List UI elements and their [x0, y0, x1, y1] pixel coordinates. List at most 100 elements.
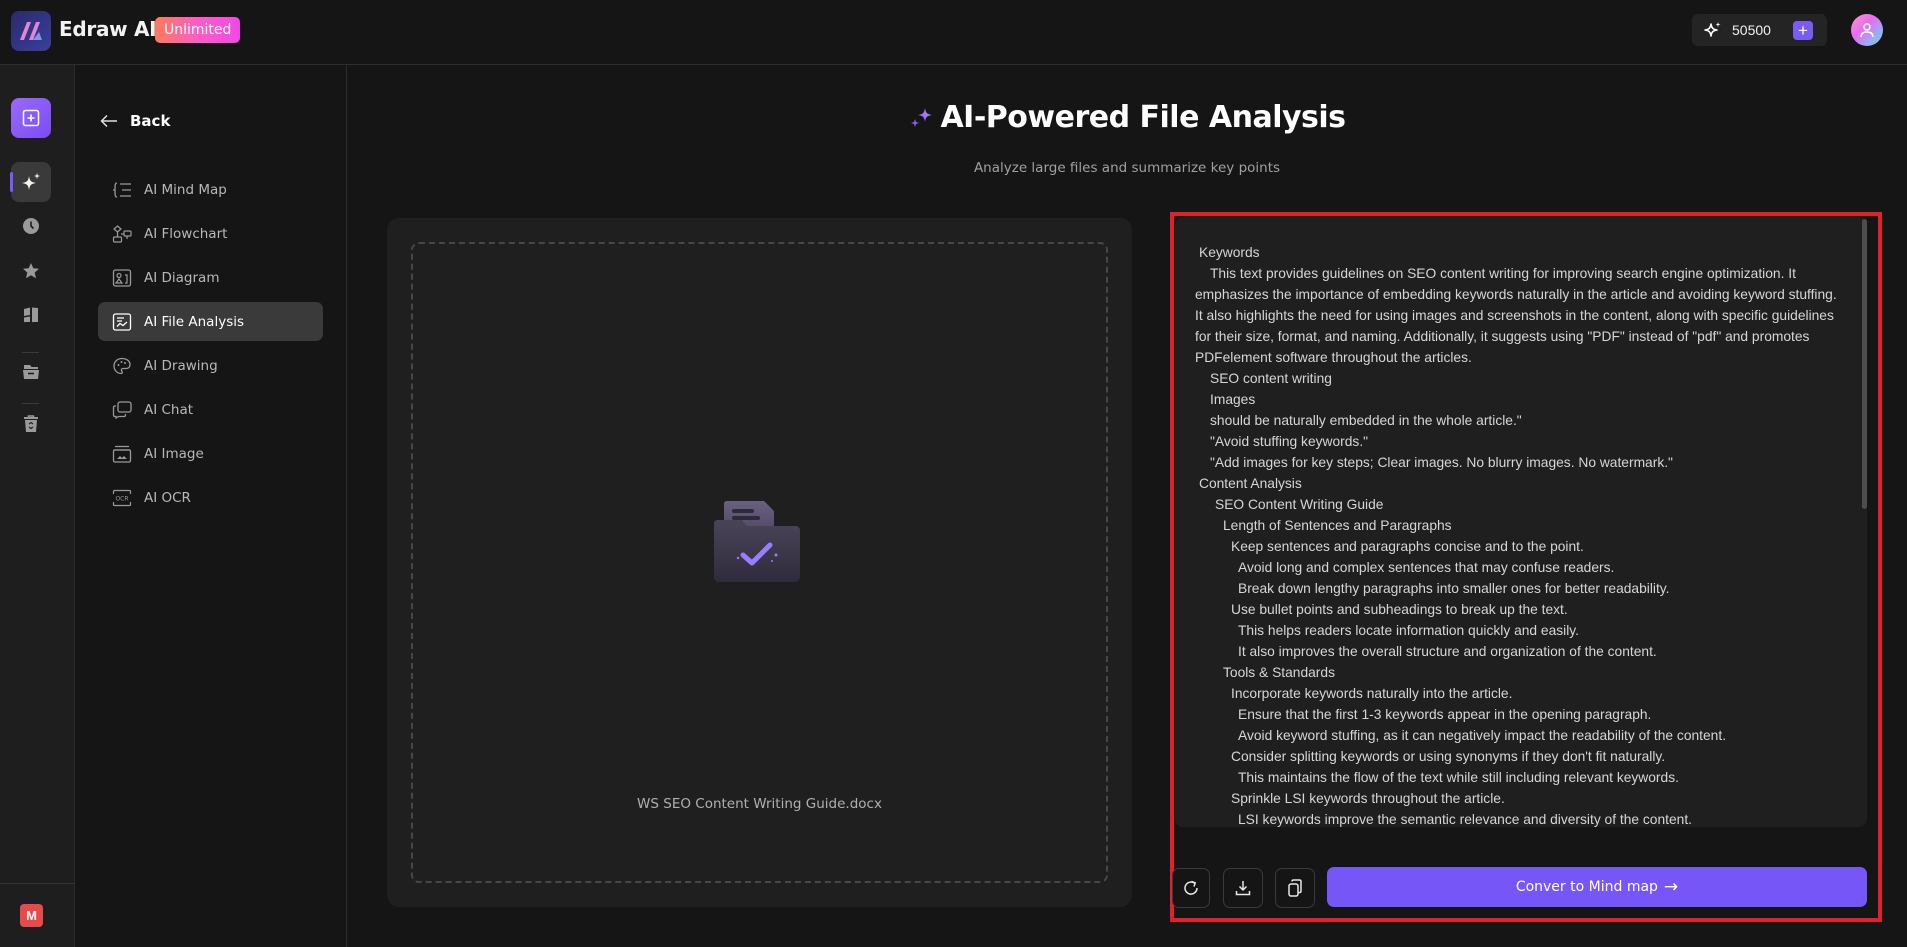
page-subtitle: Analyze large files and summarize key po…	[973, 160, 1281, 176]
sidebar-item-label: AI Mind Map	[144, 181, 227, 198]
result-line: Keywords	[1199, 245, 1260, 260]
result-line: "Avoid stuffing keywords."	[1210, 434, 1369, 449]
result-line: Content Analysis	[1199, 476, 1302, 491]
result-line: Sprinkle LSI keywords throughout the art…	[1231, 791, 1505, 806]
copy-icon	[1288, 879, 1302, 897]
sidebar-item-ai-flowchart[interactable]: AI Flowchart	[98, 214, 323, 253]
result-line: Avoid long and complex sentences that ma…	[1238, 560, 1615, 575]
sidebar-item-ai-chat[interactable]: AI Chat	[98, 390, 323, 429]
sidebar-item-label: AI OCR	[144, 489, 191, 506]
sidebar-item-label: AI Image	[144, 445, 204, 462]
clock-icon	[23, 218, 39, 234]
result-line: Use bullet points and subheadings to bre…	[1231, 602, 1568, 617]
page-header: AI-Powered File Analysis	[347, 100, 1907, 137]
sidebar-item-label: AI Chat	[144, 401, 194, 418]
user-icon	[1860, 23, 1874, 38]
rail-divider	[0, 883, 75, 884]
result-line: Keep sentences and paragraphs concise an…	[1231, 539, 1584, 554]
result-line: Break down lengthy paragraphs into small…	[1238, 581, 1670, 596]
credits-value: 50500	[1732, 22, 1771, 38]
result-line: "Add images for key steps; Clear images.…	[1210, 455, 1673, 470]
sidebar-item-label: AI Drawing	[144, 357, 218, 374]
convert-to-mind-map-button[interactable]: Conver to Mind map →	[1327, 867, 1867, 907]
result-line: Images	[1210, 392, 1256, 407]
workspace-badge[interactable]: M	[20, 904, 43, 927]
sparkle-icon	[1704, 22, 1721, 37]
analysis-result-text[interactable]: Keywords This text provides guidelines on…	[1175, 217, 1867, 827]
result-line: Consider splitting keywords or using syn…	[1231, 749, 1666, 764]
result-line: This helps readers locate information qu…	[1238, 623, 1580, 638]
sidebar-item-ai-ocr[interactable]: OCR AI OCR	[98, 478, 323, 517]
rail-trash-button[interactable]	[11, 404, 51, 444]
page-title-text: AI-Powered File Analysis	[940, 100, 1346, 135]
sidebar-item-ai-mind-map[interactable]: AI Mind Map	[98, 170, 323, 209]
rail-ai-button[interactable]	[10, 162, 51, 202]
image-icon	[112, 445, 132, 463]
sparkle-icon	[22, 173, 40, 190]
uploaded-file-name: WS SEO Content Writing Guide.docx	[637, 796, 882, 812]
user-avatar[interactable]	[1851, 14, 1883, 46]
result-line: LSI keywords improve the semantic releva…	[1238, 812, 1692, 827]
folder-check-icon	[714, 501, 800, 582]
sidebar-item-label: AI Flowchart	[144, 225, 228, 242]
sidebar-item-ai-image[interactable]: AI Image	[98, 434, 323, 473]
sidebar-item-ai-file-analysis[interactable]: AI File Analysis	[98, 302, 323, 341]
folder-icon	[23, 365, 39, 379]
upload-panel: WS SEO Content Writing Guide.docx	[387, 218, 1132, 907]
recycle-bin-icon	[24, 415, 38, 432]
plus-square-icon	[22, 109, 40, 127]
ocr-icon: OCR	[112, 489, 132, 506]
edraw-logo[interactable]	[11, 11, 51, 51]
chat-icon	[112, 400, 132, 419]
convert-label: Conver to Mind map	[1515, 879, 1658, 895]
app-name: Edraw AI	[59, 17, 157, 41]
result-line: Incorporate keywords naturally into the …	[1231, 686, 1513, 701]
download-icon	[1235, 881, 1251, 896]
top-bar: Edraw AI Unlimited 50500 +	[0, 0, 1907, 65]
result-line: This maintains the flow of the text whil…	[1238, 770, 1679, 785]
plan-badge[interactable]: Unlimited	[155, 17, 241, 43]
ai-tools-sidebar: Back AI Mind Map AI Flowchart AI Diagram	[75, 65, 347, 947]
regenerate-button[interactable]	[1172, 868, 1210, 908]
result-line: should be naturally embedded in the whol…	[1210, 413, 1522, 428]
result-line: Tools & Standards	[1223, 665, 1335, 680]
rail-templates-button[interactable]	[11, 295, 51, 335]
file-analysis-icon	[112, 312, 132, 331]
arrow-right-icon: →	[1663, 877, 1679, 897]
logo-mark-icon	[20, 22, 42, 40]
rail-files-button-icon[interactable]	[11, 352, 51, 392]
new-file-button[interactable]	[11, 98, 51, 138]
rail-favorites-button[interactable]	[11, 251, 51, 291]
copy-button[interactable]	[1275, 868, 1315, 908]
refresh-icon	[1184, 880, 1198, 895]
uploaded-file-icon	[712, 500, 802, 589]
flowchart-icon	[112, 224, 132, 243]
result-line: Ensure that the first 1-3 keywords appea…	[1238, 707, 1652, 722]
svg-text:OCR: OCR	[115, 495, 128, 502]
diagram-icon	[112, 268, 132, 287]
sidebar-item-ai-diagram[interactable]: AI Diagram	[98, 258, 323, 297]
sidebar-item-label: AI Diagram	[144, 269, 220, 286]
download-button[interactable]	[1223, 868, 1263, 908]
result-line: Length of Sentences and Paragraphs	[1223, 518, 1452, 533]
arrow-left-icon	[100, 114, 117, 128]
back-button[interactable]: Back	[100, 112, 170, 130]
star-icon	[23, 263, 39, 279]
template-icon	[24, 307, 38, 322]
sidebar-item-label: AI File Analysis	[144, 313, 245, 330]
credits-counter[interactable]: 50500 +	[1692, 14, 1827, 46]
sparkle-icon	[911, 107, 933, 127]
back-label: Back	[130, 112, 171, 130]
add-credits-button[interactable]: +	[1793, 21, 1813, 40]
icon-rail: M	[0, 65, 75, 947]
result-line: Avoid keyword stuffing, as it can negati…	[1238, 728, 1727, 743]
palette-icon	[113, 357, 131, 374]
mind-map-icon	[113, 181, 131, 198]
result-line: It also improves the overall structure a…	[1238, 644, 1657, 659]
result-line: SEO Content Writing Guide	[1215, 497, 1384, 512]
result-scrollbar[interactable]	[1862, 219, 1867, 509]
sidebar-item-ai-drawing[interactable]: AI Drawing	[98, 346, 323, 385]
rail-recent-button[interactable]	[11, 206, 51, 246]
result-line: This text provides guidelines on SEO con…	[1195, 266, 1837, 365]
page-title: AI-Powered File Analysis	[908, 100, 1346, 135]
